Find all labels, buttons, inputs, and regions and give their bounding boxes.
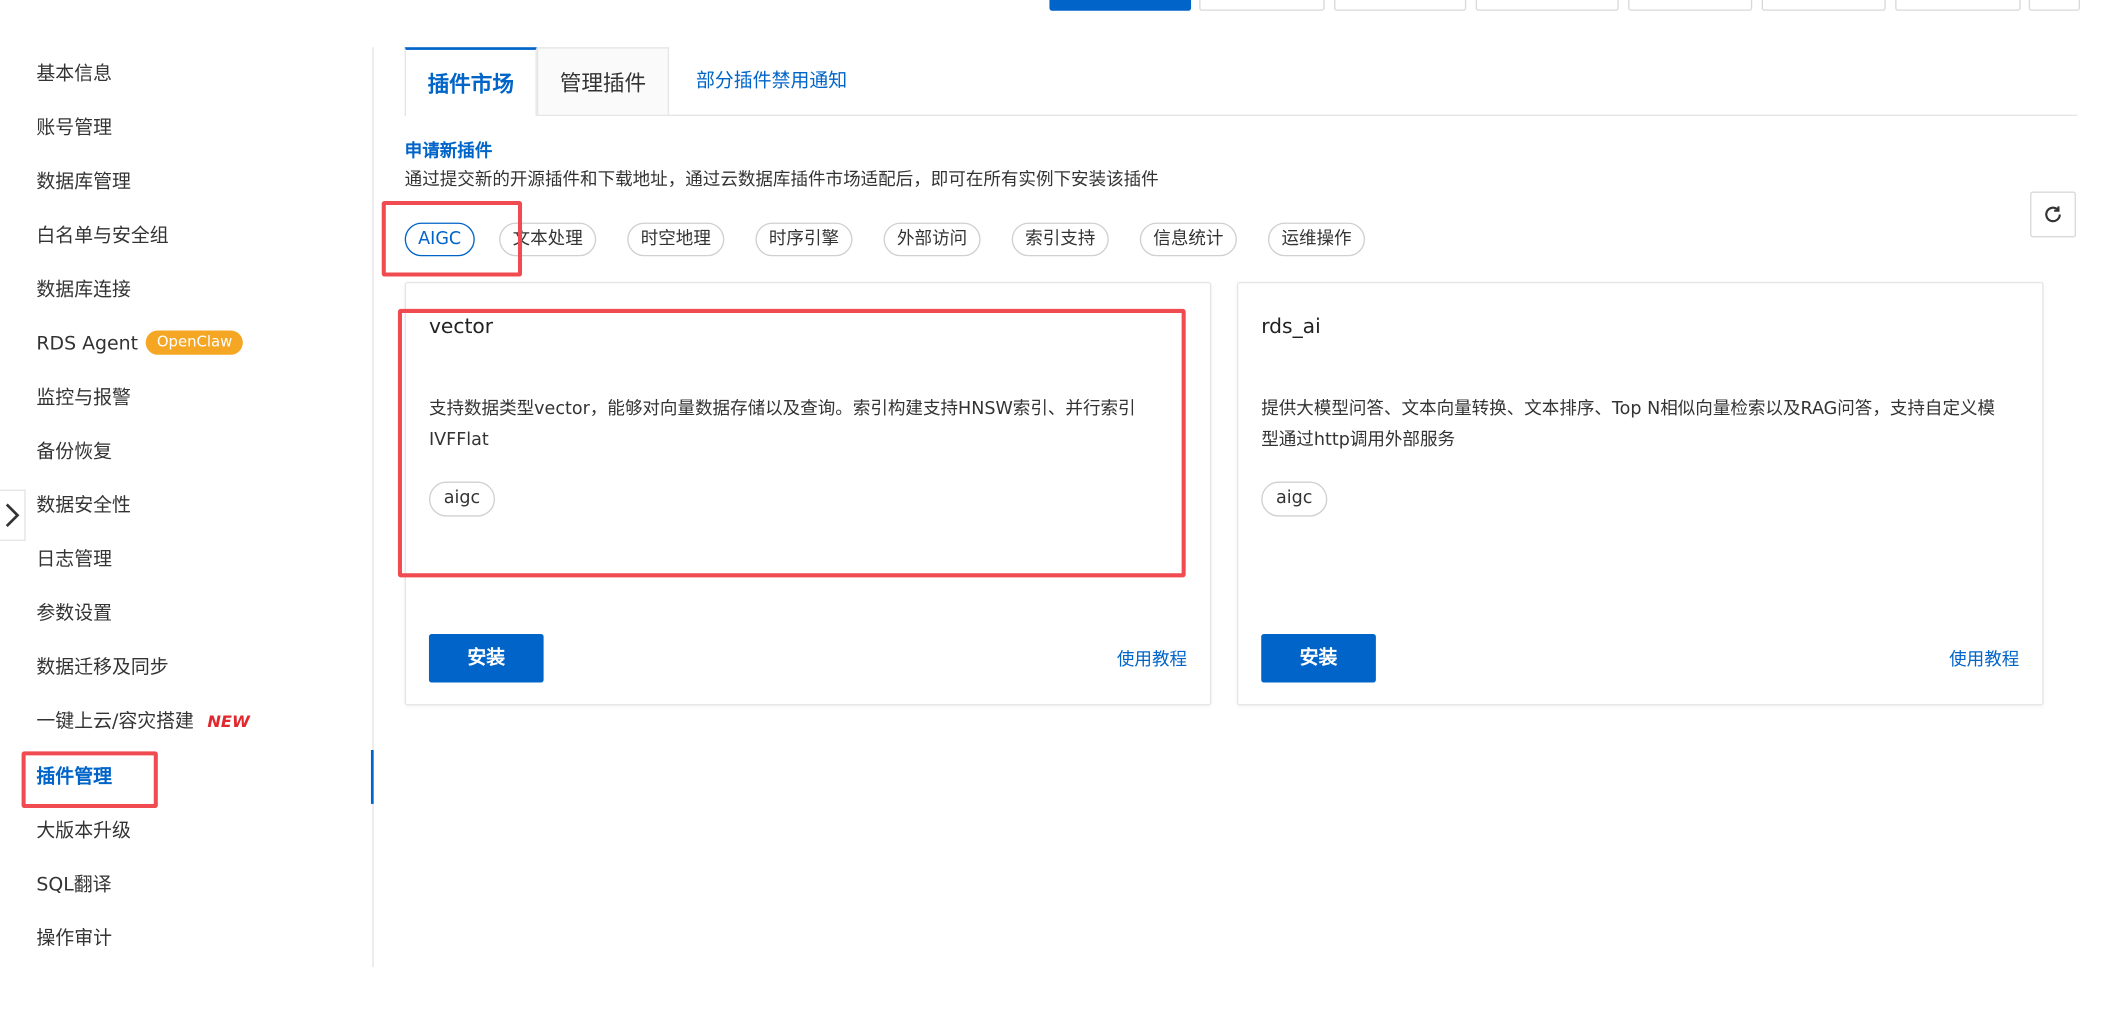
sidebar-item-audit[interactable]: 操作审计 bbox=[36, 912, 112, 966]
sidebar-item-label: 操作审计 bbox=[36, 928, 112, 950]
sidebar-item-label: 备份恢复 bbox=[36, 441, 112, 463]
sidebar-item-label: 数据安全性 bbox=[36, 495, 131, 517]
sidebar-item-rds-agent[interactable]: RDS Agent OpenClaw bbox=[36, 317, 244, 371]
sidebar-item-upgrade[interactable]: 大版本升级 bbox=[36, 804, 130, 858]
category-pill-ops[interactable]: 运维操作 bbox=[1267, 222, 1366, 257]
top-button-7[interactable] bbox=[2028, 0, 2081, 11]
plugin-name: rds_ai bbox=[1261, 314, 1321, 339]
tab-plugin-market[interactable]: 插件市场 bbox=[404, 47, 537, 117]
sidebar-item-databases[interactable]: 数据库管理 bbox=[36, 155, 130, 209]
install-button[interactable]: 安装 bbox=[1261, 633, 1376, 683]
sidebar-item-accounts[interactable]: 账号管理 bbox=[36, 101, 112, 155]
plugin-card-vector: vector 支持数据类型vector，能够对向量数据存储以及查询。索引构建支持… bbox=[404, 281, 1212, 706]
sidebar-item-whitelist[interactable]: 白名单与安全组 bbox=[36, 209, 168, 263]
sidebar-collapse-toggle[interactable] bbox=[0, 489, 26, 541]
disabled-plugins-notice-link[interactable]: 部分插件禁用通知 bbox=[696, 47, 847, 114]
plugin-card-rds-ai: rds_ai 提供大模型问答、文本向量转换、文本排序、Top N相似向量检索以及… bbox=[1236, 281, 2044, 706]
category-pill-index[interactable]: 索引支持 bbox=[1011, 222, 1109, 257]
tab-manage-plugins[interactable]: 管理插件 bbox=[536, 47, 670, 115]
sidebar-item-basic-info[interactable]: 基本信息 bbox=[36, 47, 112, 101]
plugin-name: vector bbox=[428, 314, 494, 339]
sidebar-item-label: 基本信息 bbox=[36, 63, 112, 85]
sidebar-item-monitoring[interactable]: 监控与报警 bbox=[36, 371, 130, 425]
sidebar-item-parameters[interactable]: 参数设置 bbox=[36, 587, 112, 641]
sidebar-item-label: 日志管理 bbox=[36, 549, 112, 571]
plugin-description: 提供大模型问答、文本向量转换、文本排序、Top N相似向量检索以及RAG问答，支… bbox=[1261, 399, 1996, 451]
sidebar-item-label: 数据迁移及同步 bbox=[36, 656, 169, 679]
top-button-3[interactable] bbox=[1475, 0, 1619, 11]
new-badge: NEW bbox=[207, 712, 250, 732]
sidebar-item-backup[interactable]: 备份恢复 bbox=[36, 425, 112, 479]
category-pill-text[interactable]: 文本处理 bbox=[499, 222, 597, 257]
top-action-bar bbox=[0, 0, 2115, 11]
plugin-management-page: 基本信息 账号管理 数据库管理 白名单与安全组 数据库连接 RDS Agent O… bbox=[0, 0, 2115, 1012]
sidebar-item-label: 账号管理 bbox=[36, 117, 112, 139]
plugin-description: 支持数据类型vector，能够对向量数据存储以及查询。索引构建支持HNSW索引、… bbox=[428, 399, 1136, 451]
sidebar-active-indicator bbox=[370, 749, 374, 804]
sidebar-item-sql-translate[interactable]: SQL翻译 bbox=[36, 858, 111, 912]
top-button-1[interactable] bbox=[1199, 0, 1325, 11]
category-pill-timeseries[interactable]: 时序引擎 bbox=[755, 222, 853, 257]
category-pill-aigc[interactable]: AIGC bbox=[404, 222, 475, 257]
top-primary-button[interactable] bbox=[1049, 0, 1192, 11]
sidebar-nav: 基本信息 账号管理 数据库管理 白名单与安全组 数据库连接 RDS Agent O… bbox=[0, 47, 374, 968]
openclaw-badge: OpenClaw bbox=[146, 330, 244, 355]
tutorial-link[interactable]: 使用教程 bbox=[1949, 645, 2019, 670]
refresh-icon bbox=[2045, 206, 2061, 223]
sidebar-item-label: 一键上云/容灾搭建 bbox=[36, 710, 194, 733]
sidebar-item-label: 参数设置 bbox=[36, 602, 112, 625]
sidebar-item-label: 大版本升级 bbox=[36, 820, 131, 842]
sidebar-item-migration[interactable]: 数据迁移及同步 bbox=[36, 641, 168, 695]
chevron-right-icon bbox=[5, 503, 20, 528]
sidebar-item-label: RDS Agent bbox=[36, 333, 138, 355]
refresh-button[interactable] bbox=[2030, 191, 2076, 238]
plugin-tag: aigc bbox=[1261, 481, 1328, 517]
sidebar-item-label: SQL翻译 bbox=[36, 874, 112, 896]
sidebar-item-connection[interactable]: 数据库连接 bbox=[36, 263, 130, 317]
category-pill-stats[interactable]: 信息统计 bbox=[1139, 222, 1237, 257]
sidebar-item-label: 插件管理 bbox=[36, 766, 112, 788]
plugin-tabs: 插件市场 管理插件 部分插件禁用通知 bbox=[404, 47, 2078, 117]
plugin-tag: aigc bbox=[428, 481, 496, 517]
sidebar-item-label: 数据库连接 bbox=[36, 279, 131, 301]
sidebar-item-label: 数据库管理 bbox=[36, 171, 131, 193]
sidebar-item-label: 白名单与安全组 bbox=[36, 225, 169, 247]
sidebar-item-logs[interactable]: 日志管理 bbox=[36, 533, 112, 587]
apply-description: 通过提交新的开源插件和下载地址，通过云数据库插件市场适配后，即可在所有实例下安装… bbox=[404, 169, 1159, 191]
top-button-5[interactable] bbox=[1761, 0, 1886, 11]
tutorial-link[interactable]: 使用教程 bbox=[1117, 645, 1187, 670]
category-pill-external[interactable]: 外部访问 bbox=[883, 222, 981, 257]
top-button-4[interactable] bbox=[1628, 0, 1753, 11]
top-button-6[interactable] bbox=[1895, 0, 2021, 11]
install-button[interactable]: 安装 bbox=[428, 633, 544, 683]
category-pill-geo[interactable]: 时空地理 bbox=[627, 222, 725, 257]
sidebar-item-plugins[interactable]: 插件管理 bbox=[36, 750, 112, 804]
sidebar-item-cloud-migration[interactable]: 一键上云/容灾搭建 NEW bbox=[36, 695, 249, 749]
top-button-2[interactable] bbox=[1334, 0, 1467, 11]
sidebar-item-security[interactable]: 数据安全性 bbox=[36, 479, 130, 533]
apply-new-plugin-link[interactable]: 申请新插件 bbox=[405, 136, 493, 162]
sidebar-item-label: 监控与报警 bbox=[36, 387, 131, 409]
